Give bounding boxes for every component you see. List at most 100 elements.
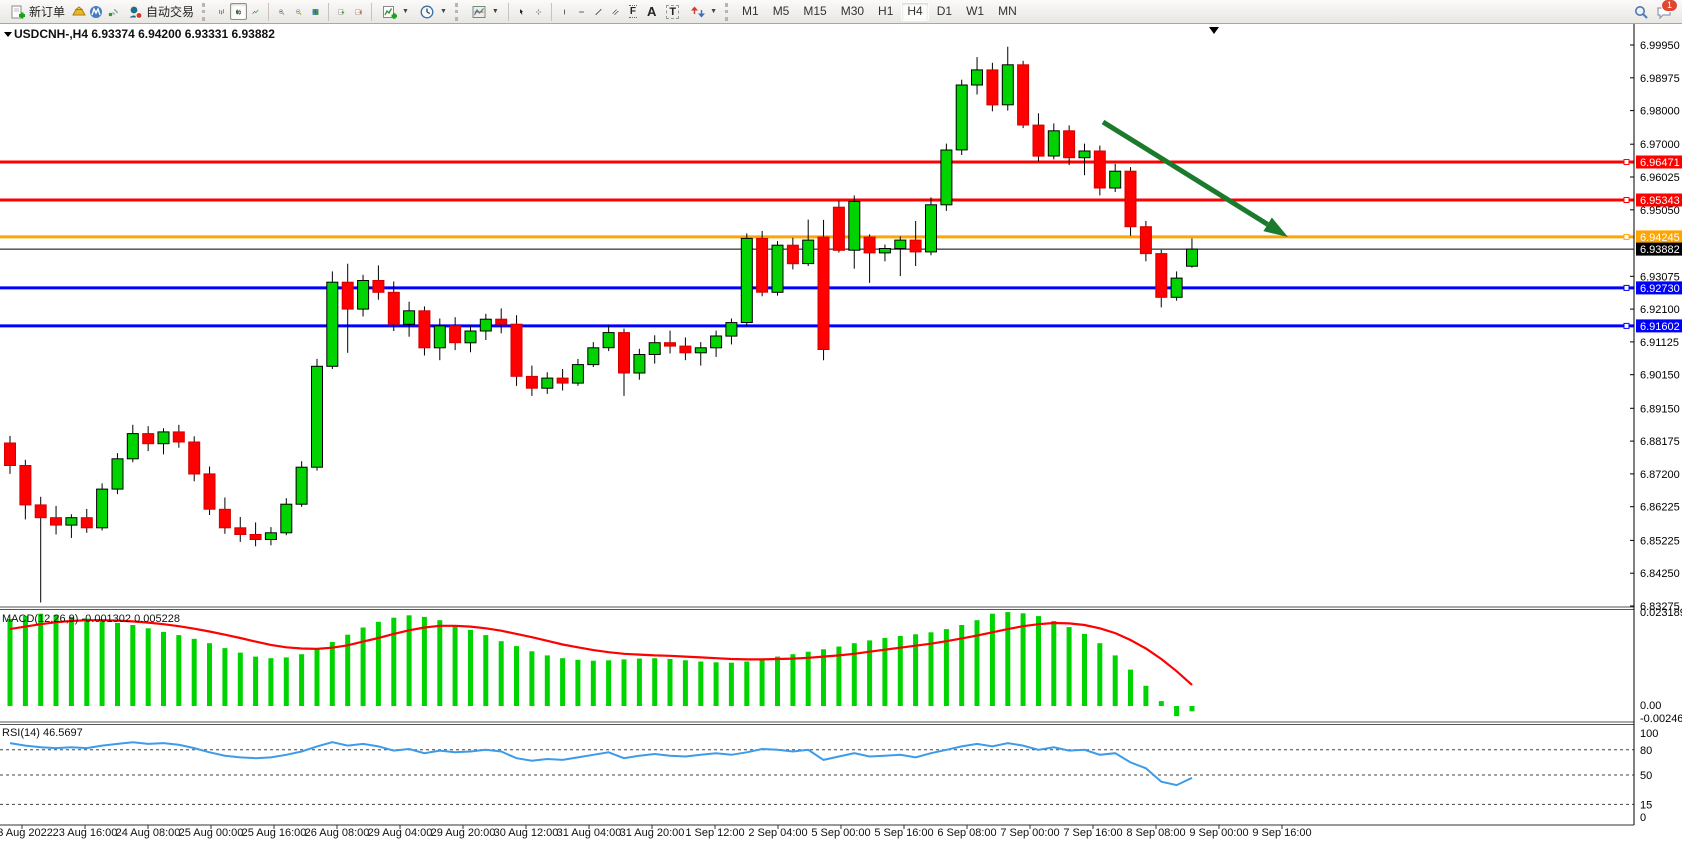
trendline-tool-button[interactable] <box>590 3 607 20</box>
macd-values: -0.001302 0.005228 <box>81 613 179 625</box>
svg-text:7 Sep 16:00: 7 Sep 16:00 <box>1063 827 1122 839</box>
zoom-in-button[interactable] <box>273 3 290 20</box>
svg-text:-0.002468: -0.002468 <box>1640 713 1682 725</box>
text-tool-button[interactable]: A <box>642 2 661 22</box>
chevron-down-icon: ▼ <box>710 8 717 15</box>
chart-ohlc-values: 6.93374 6.94200 6.93331 6.93882 <box>91 27 275 41</box>
svg-text:2 Sep 04:00: 2 Sep 04:00 <box>748 827 807 839</box>
time-axis[interactable]: 23 Aug 202223 Aug 16:0024 Aug 08:0025 Au… <box>0 825 1312 839</box>
fibonacci-tool-button[interactable]: F <box>624 2 642 22</box>
svg-text:7 Sep 00:00: 7 Sep 00:00 <box>1000 827 1059 839</box>
hline-anchor <box>1624 234 1629 239</box>
gold-ingot-icon[interactable] <box>70 3 87 20</box>
tile-windows-button[interactable] <box>307 3 324 20</box>
horizontal-line-tool-button[interactable] <box>573 3 590 20</box>
svg-text:50: 50 <box>1640 770 1652 782</box>
toolbar-separator <box>551 3 552 21</box>
rsi-indicator-label: RSI(14) 46.5697 <box>2 727 83 739</box>
chart-shift-button[interactable] <box>350 3 367 20</box>
timeframe-m15-button[interactable]: M15 <box>797 2 832 21</box>
toolbar-grip <box>455 3 461 21</box>
svg-text:9 Sep 00:00: 9 Sep 00:00 <box>1189 827 1248 839</box>
svg-text:24 Aug 08:00: 24 Aug 08:00 <box>116 827 181 839</box>
svg-text:1 Sep 12:00: 1 Sep 12:00 <box>685 827 744 839</box>
svg-text:6.95343: 6.95343 <box>1640 195 1680 207</box>
zoom-out-button[interactable] <box>290 3 307 20</box>
toolbar-right-icons: 1 <box>1632 3 1678 20</box>
auto-trading-label: 自动交易 <box>146 3 194 20</box>
toolbar-separator <box>268 3 269 21</box>
toolbar-separator <box>328 3 329 21</box>
new-order-icon <box>9 3 26 20</box>
indicators-icon <box>381 3 398 20</box>
vertical-line-tool-button[interactable] <box>556 3 573 20</box>
bar-chart-button[interactable] <box>213 3 230 20</box>
svg-text:5 Sep 00:00: 5 Sep 00:00 <box>811 827 870 839</box>
hline-anchor <box>1624 160 1629 165</box>
svg-text:29 Aug 20:00: 29 Aug 20:00 <box>431 827 496 839</box>
svg-text:6.98975: 6.98975 <box>1640 73 1680 85</box>
new-order-button[interactable]: 新订单 <box>4 2 70 22</box>
timeframe-w1-button[interactable]: W1 <box>960 2 990 21</box>
toolbar-grip <box>202 3 208 21</box>
hline-anchor <box>1624 323 1629 328</box>
svg-text:23 Aug 2022: 23 Aug 2022 <box>0 827 53 839</box>
svg-text:100: 100 <box>1640 728 1658 740</box>
clock-icon <box>419 3 436 20</box>
chat-button[interactable]: 1 <box>1655 3 1672 20</box>
svg-text:6 Sep 08:00: 6 Sep 08:00 <box>937 827 996 839</box>
template-icon <box>471 3 488 20</box>
svg-text:25 Aug 16:00: 25 Aug 16:00 <box>242 827 307 839</box>
svg-text:6.89150: 6.89150 <box>1640 403 1680 415</box>
periods-button[interactable]: ▼ <box>414 2 452 22</box>
svg-text:6.86225: 6.86225 <box>1640 502 1680 514</box>
svg-text:0.023189: 0.023189 <box>1640 607 1682 619</box>
svg-text:80: 80 <box>1640 745 1652 757</box>
svg-text:6.99950: 6.99950 <box>1640 40 1680 52</box>
auto-trading-button[interactable]: 自动交易 <box>121 2 199 22</box>
timeframe-h4-button[interactable]: H4 <box>901 2 928 21</box>
auto-scroll-button[interactable] <box>333 3 350 20</box>
svg-text:6.92730: 6.92730 <box>1640 283 1680 295</box>
svg-text:6.85225: 6.85225 <box>1640 535 1680 547</box>
svg-text:6.93882: 6.93882 <box>1640 244 1680 256</box>
svg-text:6.84250: 6.84250 <box>1640 568 1680 580</box>
mql-community-icon[interactable] <box>87 3 104 20</box>
svg-text:23 Aug 16:00: 23 Aug 16:00 <box>53 827 118 839</box>
macd-indicator-label: MACD(12,26,9) -0.001302 0.005228 <box>2 613 180 625</box>
search-icon[interactable] <box>1632 3 1649 20</box>
chart-background[interactable] <box>0 24 1682 843</box>
timeframe-h1-button[interactable]: H1 <box>872 2 899 21</box>
symbol-collapse-icon[interactable] <box>4 32 12 37</box>
svg-text:25 Aug 00:00: 25 Aug 00:00 <box>179 827 244 839</box>
chart-canvas[interactable]: 6.999506.989756.980006.970006.960256.950… <box>0 24 1682 843</box>
chevron-down-icon: ▼ <box>440 8 447 15</box>
timeframe-m1-button[interactable]: M1 <box>736 2 765 21</box>
label-tool-button[interactable]: T <box>661 2 684 22</box>
templates-button[interactable]: ▼ <box>466 2 504 22</box>
timeframe-d1-button[interactable]: D1 <box>931 2 958 21</box>
shapes-tool-button[interactable]: ▼ <box>684 2 722 22</box>
timeframe-group: M1M5M15M30H1H4D1W1MN <box>736 2 1023 21</box>
fibonacci-icon: F <box>629 5 637 18</box>
crosshair-tool-button[interactable] <box>530 3 547 20</box>
channel-tool-button[interactable] <box>607 3 624 20</box>
toolbar: 新订单 自动交易 ▼ ▼ ▼ <box>0 0 1682 24</box>
timeframe-m5-button[interactable]: M5 <box>767 2 796 21</box>
mt4-window: 新订单 自动交易 ▼ ▼ ▼ <box>0 0 1682 843</box>
svg-text:29 Aug 04:00: 29 Aug 04:00 <box>368 827 433 839</box>
signals-icon[interactable] <box>104 3 121 20</box>
chevron-down-icon: ▼ <box>492 8 499 15</box>
toolbar-separator <box>371 3 372 21</box>
line-chart-button[interactable] <box>247 3 264 20</box>
timeframe-mn-button[interactable]: MN <box>992 2 1023 21</box>
timeframe-m30-button[interactable]: M30 <box>835 2 870 21</box>
svg-text:6.97000: 6.97000 <box>1640 139 1680 151</box>
svg-text:6.88175: 6.88175 <box>1640 436 1680 448</box>
new-order-label: 新订单 <box>29 3 65 20</box>
svg-text:9 Sep 16:00: 9 Sep 16:00 <box>1252 827 1311 839</box>
indicators-button[interactable]: ▼ <box>376 2 414 22</box>
chart-area[interactable]: 6.999506.989756.980006.970006.960256.950… <box>0 24 1682 843</box>
cursor-tool-button[interactable] <box>513 3 530 20</box>
candlestick-chart-button[interactable] <box>230 3 247 20</box>
